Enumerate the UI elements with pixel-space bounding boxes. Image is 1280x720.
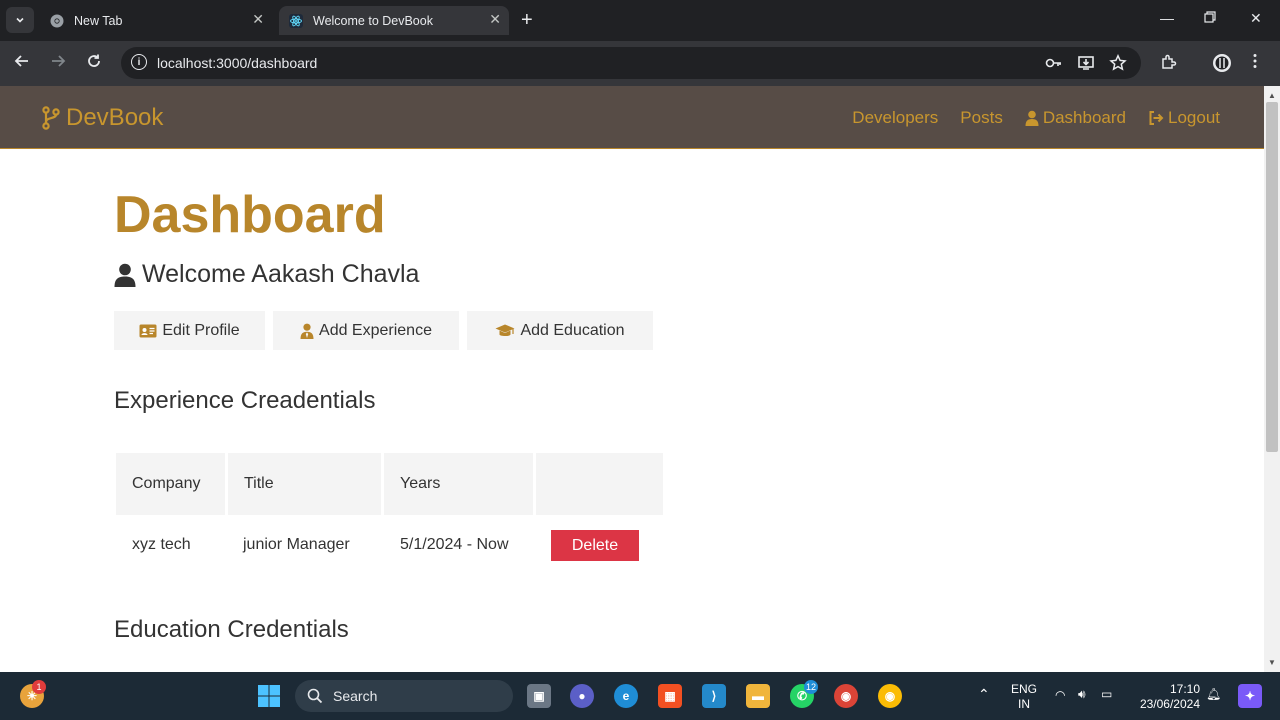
taskbar-search[interactable]: Search [295,680,513,712]
bookmark-star-icon[interactable] [1109,53,1127,76]
reload-icon[interactable] [86,53,102,74]
tab-strip: New Tab ✕ Welcome to DevBook ✕ + — ✕ [0,0,1280,41]
search-icon [307,688,323,704]
chevron-down-icon [16,17,24,23]
user-tie-icon [300,323,314,339]
welcome-line: Welcome Aakash Chavla [114,260,419,289]
notification-bell-icon[interactable]: 🔔︎ [1206,687,1221,702]
scroll-down-arrow-icon[interactable]: ▼ [1264,655,1280,671]
brand-name: DevBook [66,104,164,131]
site-navbar: DevBook Developers Posts Dashboard Logou… [0,86,1264,149]
nav-link-posts[interactable]: Posts [960,108,1003,128]
nav-link-dashboard[interactable]: Dashboard [1025,108,1126,128]
education-heading: Education Credentials [114,616,349,643]
windows-taskbar: ☀ 1 Search ▣ ● e ▦ ⟩ ▬ ✆ 12 ◉ ◉ ⌃ ENG IN… [0,672,1280,720]
add-experience-label: Add Experience [319,321,432,339]
page-title: Dashboard [114,186,386,244]
nav-link-dashboard-label: Dashboard [1042,108,1126,127]
minimize-icon[interactable]: — [1160,10,1174,26]
volume-icon[interactable]: 🔊︎ [1078,687,1086,702]
site-info-icon[interactable]: i [131,54,147,70]
language-indicator[interactable]: ENG IN [1010,682,1038,712]
experience-heading: Experience Creadentials [114,387,376,414]
install-app-icon[interactable] [1077,54,1095,76]
copilot-icon[interactable]: ✦ [1238,684,1262,708]
browser-toolbar: i localhost:3000/dashboard [0,41,1280,86]
lang-top: ENG [1010,682,1037,696]
restore-icon[interactable] [1204,10,1216,26]
vscode-icon[interactable]: ⟩ [702,684,726,708]
close-tab-icon[interactable]: ✕ [252,11,264,28]
forward-icon[interactable] [50,53,66,74]
password-key-icon[interactable] [1045,54,1063,76]
tray-overflow-chevron-icon[interactable]: ⌃ [978,687,990,702]
table-header-years: Years [384,453,533,515]
sign-out-icon [1149,111,1164,125]
graduation-cap-icon [495,324,515,336]
battery-icon[interactable]: ▭ [1101,687,1112,702]
nav-link-logout-label: Logout [1168,108,1220,127]
brand-logo[interactable]: DevBook [42,104,163,132]
edge-browser-icon[interactable]: e [614,684,638,708]
page-viewport: DevBook Developers Posts Dashboard Logou… [0,86,1264,672]
nav-link-developers[interactable]: Developers [852,108,938,128]
microsoft-store-icon[interactable]: ▦ [658,684,682,708]
tab-title: New Tab [74,13,123,28]
table-header-company: Company [116,453,225,515]
widgets-badge: 1 [32,680,46,694]
tab-search-button[interactable] [6,7,34,33]
nav-link-logout[interactable]: Logout [1148,108,1220,128]
new-tab-button[interactable]: + [521,10,533,30]
nav-links: Developers Posts Dashboard Logout [852,108,1220,128]
search-label: Search [333,688,378,704]
close-tab-icon[interactable]: ✕ [489,11,501,28]
add-education-button[interactable]: Add Education [467,311,653,350]
whatsapp-badge: 12 [804,680,819,694]
cell-years: 5/1/2024 - Now [400,536,509,553]
clock-time: 17:10 [1169,682,1200,696]
chrome-icon[interactable]: ◉ [834,684,858,708]
user-icon [114,263,136,287]
user-icon [1025,110,1039,126]
delete-experience-button[interactable]: Delete [551,530,639,561]
clock[interactable]: 17:10 23/06/2024 [1130,682,1200,712]
extensions-icon[interactable] [1160,53,1178,76]
scrollbar-thumb[interactable] [1266,102,1278,452]
file-explorer-icon[interactable]: ▬ [746,684,770,708]
react-icon [289,13,303,28]
table-header-actions [536,453,663,515]
close-window-icon[interactable]: ✕ [1250,10,1262,27]
windows-start-icon[interactable] [257,684,281,708]
code-branch-icon [42,106,60,130]
task-view-icon[interactable]: ▣ [527,684,551,708]
id-card-icon [139,324,157,337]
cell-company: xyz tech [132,536,191,553]
add-education-label: Add Education [520,321,625,339]
address-bar[interactable]: i localhost:3000/dashboard [121,47,1141,79]
chrome-icon [50,14,64,28]
tab-title: Welcome to DevBook [313,13,433,28]
tab-devbook[interactable]: Welcome to DevBook ✕ [279,6,509,35]
menu-kebab-icon[interactable] [1252,53,1258,74]
tab-new-tab[interactable]: New Tab ✕ [40,6,272,35]
url-text[interactable]: localhost:3000/dashboard [157,55,317,71]
edit-profile-button[interactable]: Edit Profile [114,311,265,350]
welcome-text: Welcome Aakash Chavla [142,260,420,288]
edit-profile-label: Edit Profile [162,321,240,339]
back-icon[interactable] [14,53,30,74]
chrome-active-icon[interactable]: ◉ [878,684,902,708]
lang-bottom: IN [1018,697,1030,711]
teams-chat-icon[interactable]: ● [570,684,594,708]
add-experience-button[interactable]: Add Experience [273,311,459,350]
profile-avatar-icon[interactable] [1212,53,1232,78]
clock-date: 23/06/2024 [1139,697,1200,711]
wifi-icon[interactable]: ◠ [1055,688,1065,703]
cell-title: junior Manager [243,536,350,553]
table-header-title: Title [228,453,381,515]
